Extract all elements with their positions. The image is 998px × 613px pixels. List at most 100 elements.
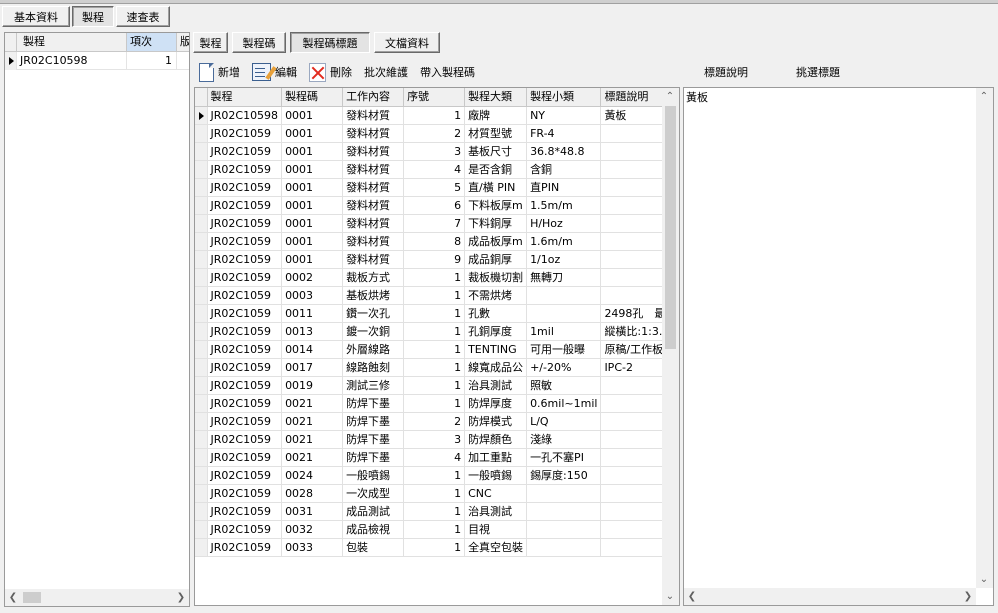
cell-title-description[interactable] [600,376,670,395]
cell-major-category[interactable]: 不需烘烤 [464,286,528,305]
cell-process-code[interactable]: 0014 [281,340,344,359]
cell-sequence[interactable]: 1 [403,304,466,323]
scroll-down-icon[interactable]: ⌄ [976,571,992,588]
cell-minor-category[interactable] [526,304,602,323]
cell-process-code[interactable]: 0028 [281,484,344,503]
header-minor-category[interactable]: 製程小類 [526,88,602,107]
cell-process-code[interactable]: 0017 [281,358,344,377]
edit-button[interactable]: 編輯 [252,63,297,81]
cell-minor-category[interactable]: 1.6m/m [526,232,602,251]
cell-sequence[interactable]: 1 [403,466,466,485]
cell-work-content[interactable]: 包裝 [342,538,405,557]
cell-major-category[interactable]: 成品板厚m [464,232,528,251]
table-row[interactable]: JR02C1059 0003 基板烘烤 1 不需烘烤 [195,286,670,305]
cell-process[interactable]: JR02C1059 [207,160,283,179]
cell-work-content[interactable]: 測試三修 [342,376,405,395]
header-work-content[interactable]: 工作內容 [342,88,405,107]
cell-title-description[interactable] [600,502,670,521]
cell-work-content[interactable]: 外層線路 [342,340,405,359]
cell-minor-category[interactable]: 一孔不塞PI [526,448,602,467]
cell-minor-category[interactable]: 照敏 [526,376,602,395]
subtab-process-code-title[interactable]: 製程碼標題 [290,32,370,53]
header-process-code[interactable]: 製程碼 [281,88,344,107]
cell-sequence[interactable]: 9 [403,250,466,269]
cell-process[interactable]: JR02C1059 [207,232,283,251]
cell-work-content[interactable]: 發料材質 [342,250,405,269]
cell-sequence[interactable]: 1 [403,358,466,377]
table-row[interactable]: JR02C1059 0001 發料材質 9 成品銅厚 1/1oz [195,250,670,269]
table-row[interactable]: JR02C1059 0021 防焊下墨 4 加工重點 一孔不塞PI [195,448,670,467]
process-code-title-grid[interactable]: 製程 製程碼 工作內容 序號 製程大類 製程小類 標題說明 JR02C10598… [194,87,680,606]
cell-sequence[interactable]: 1 [403,502,466,521]
table-row[interactable]: JR02C1059 0028 一次成型 1 CNC [195,484,670,503]
subtab-process-code[interactable]: 製程碼 [232,32,286,53]
cell-sequence[interactable]: 6 [403,196,466,215]
cell-process[interactable]: JR02C1059 [207,322,283,341]
cell-process-code[interactable]: 0024 [281,466,344,485]
cell-process-code[interactable]: 0021 [281,448,344,467]
table-row[interactable]: JR02C1059 0002 裁板方式 1 裁板機切割 無轉刀 [195,268,670,287]
cell-process-code[interactable]: 0021 [281,430,344,449]
cell-work-content[interactable]: 防焊下墨 [342,430,405,449]
cell-process-code[interactable]: 0001 [281,178,344,197]
table-row[interactable]: JR02C1059 0021 防焊下墨 2 防焊模式 L/Q [195,412,670,431]
cell-minor-category[interactable]: 含銅 [526,160,602,179]
cell-process-code[interactable]: 0001 [281,214,344,233]
table-row[interactable]: JR02C1059 0001 發料材質 8 成品板厚m 1.6m/m [195,232,670,251]
cell-major-category[interactable]: 一般噴錫 [464,466,528,485]
cell-minor-category[interactable]: L/Q [526,412,602,431]
cell-sequence[interactable]: 1 [403,340,466,359]
cell-minor-category[interactable]: 36.8*48.8 [526,142,602,161]
cell-process[interactable]: JR02C1059 [207,520,283,539]
cell-work-content[interactable]: 防焊下墨 [342,412,405,431]
header-major-category[interactable]: 製程大類 [464,88,528,107]
memo-text[interactable]: 黃板 [686,89,708,105]
cell-work-content[interactable]: 防焊下墨 [342,448,405,467]
cell-major-category[interactable]: 廠牌 [464,106,528,125]
cell-process[interactable]: JR02C1059 [207,340,283,359]
cell-major-category[interactable]: 防焊顏色 [464,430,528,449]
cell-minor-category[interactable] [526,520,602,539]
scroll-left-icon[interactable]: ❮ [684,588,700,605]
tab-basic-data[interactable]: 基本資料 [2,6,70,27]
table-row[interactable]: JR02C1059 0001 發料材質 5 直/橫 PIN 直PIN [195,178,670,197]
cell-minor-category[interactable] [526,502,602,521]
table-row[interactable]: JR02C1059 0019 測試三修 1 治具測試 照敏 [195,376,670,395]
scroll-thumb[interactable] [665,106,676,349]
table-row[interactable]: JR02C10598 0001 發料材質 1 廠牌 NY 黃板 [195,106,670,125]
cell-major-category[interactable]: 下料板厚m [464,196,528,215]
cell-title-description[interactable] [600,412,670,431]
cell-process[interactable]: JR02C1059 [207,286,283,305]
cell-major-category[interactable]: 直/橫 PIN [464,178,528,197]
cell-major-category[interactable]: 孔數 [464,304,528,323]
cell-major-category[interactable]: 目視 [464,520,528,539]
cell-sequence[interactable]: 2 [403,412,466,431]
table-row[interactable]: JR02C1059 0017 線路蝕刻 1 線寬成品公 +/-20% IPC-2 [195,358,670,377]
cell-title-description[interactable]: 2498孔 最 [600,304,670,323]
cell-title-description[interactable] [600,286,670,305]
cell-minor-category[interactable]: 1.5m/m [526,196,602,215]
cell-title-description[interactable]: 縱橫比:1:3. [600,322,670,341]
cell-title-description[interactable] [600,178,670,197]
cell-process-code[interactable]: 0019 [281,376,344,395]
cell-process-code[interactable]: 0021 [281,412,344,431]
cell-sequence[interactable]: 7 [403,214,466,233]
cell-sequence[interactable]: 3 [403,430,466,449]
subtab-process[interactable]: 製程 [193,32,228,53]
table-row[interactable]: JR02C1059 0031 成品測試 1 治具測試 [195,502,670,521]
pick-title-button[interactable]: 挑選標題 [796,64,840,80]
cell-process-code[interactable]: 0011 [281,304,344,323]
cell-minor-category[interactable]: NY [526,106,602,125]
cell-work-content[interactable]: 裁板方式 [342,268,405,287]
cell-major-category[interactable]: 孔銅厚度 [464,322,528,341]
cell-title-description[interactable] [600,232,670,251]
header-version[interactable]: 版 [177,33,189,52]
cell-title-description[interactable] [600,160,670,179]
header-title-description[interactable]: 標題說明 [600,88,670,107]
cell-process-code[interactable]: 0001 [281,160,344,179]
header-process[interactable]: 製程 [17,33,127,52]
scroll-thumb[interactable] [23,592,41,603]
cell-title-description[interactable] [600,250,670,269]
table-row[interactable]: JR02C1059 0001 發料材質 6 下料板厚m 1.5m/m [195,196,670,215]
table-row[interactable]: JR02C1059 0021 防焊下墨 1 防焊厚度 0.6mil~1mil [195,394,670,413]
